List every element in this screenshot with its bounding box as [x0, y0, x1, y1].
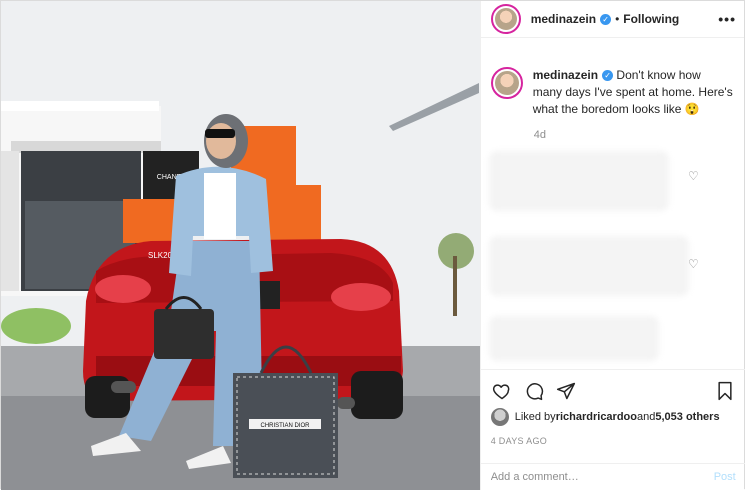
like-icon[interactable]	[491, 380, 513, 402]
separator-dot: •	[615, 12, 620, 26]
likes-joiner: and	[637, 411, 656, 423]
post-header: medinazein ✓ • Following •••	[480, 1, 744, 38]
username-link[interactable]: medinazein	[531, 12, 596, 26]
verified-badge-icon: ✓	[600, 13, 612, 25]
verified-badge-icon: ✓	[602, 70, 614, 82]
photo-illustration: CHANEL SLK200 CHRISTIAN DIOR	[1, 1, 480, 490]
liker-username-link[interactable]: richardricardoo	[556, 411, 637, 423]
comment-bar: Post	[480, 463, 745, 490]
following-button[interactable]: Following	[623, 12, 679, 26]
caption-username-link[interactable]: medinazein	[533, 68, 598, 82]
post-photo[interactable]: CHANEL SLK200 CHRISTIAN DIOR	[1, 1, 480, 490]
caption: medinazein ✓ Don't know how many days I'v…	[490, 67, 736, 118]
caption-text-block: medinazein ✓ Don't know how many days I'v…	[533, 67, 733, 118]
action-bar	[480, 369, 745, 411]
likes-prefix: Liked by	[514, 411, 556, 423]
share-icon[interactable]	[555, 380, 577, 402]
caption-timestamp: 4d	[533, 129, 546, 141]
likes-summary: Liked by richardricardoo and 5,053 other…	[490, 408, 720, 426]
blurred-comment	[488, 316, 659, 361]
likes-count-link[interactable]: 5,053 others	[655, 411, 719, 423]
comment-like-icon[interactable]: ♡	[688, 257, 699, 271]
liker-avatar[interactable]	[490, 408, 509, 426]
comment-icon[interactable]	[523, 380, 545, 402]
avatar[interactable]	[490, 4, 521, 34]
bookmark-icon[interactable]	[714, 380, 736, 402]
avatar-image	[494, 8, 517, 30]
comments-area: ♡ ♡	[488, 151, 719, 371]
post-comment-button[interactable]: Post	[714, 471, 736, 483]
blurred-comment	[488, 236, 689, 296]
comment-input[interactable]	[490, 471, 691, 483]
tote-bag-label: CHRISTIAN DIOR	[260, 423, 310, 429]
post-side-panel: medinazein ✓ • Following ••• medinazein ✓…	[479, 1, 745, 490]
instagram-post: CHANEL SLK200 CHRISTIAN DIOR medinazein …	[0, 0, 745, 490]
post-date[interactable]: 4 DAYS AGO	[491, 436, 547, 446]
blurred-comment	[488, 151, 669, 211]
avatar-image	[494, 71, 519, 95]
more-options-icon[interactable]: •••	[718, 11, 736, 27]
comment-like-icon[interactable]: ♡	[688, 169, 699, 183]
caption-avatar[interactable]	[490, 67, 523, 99]
